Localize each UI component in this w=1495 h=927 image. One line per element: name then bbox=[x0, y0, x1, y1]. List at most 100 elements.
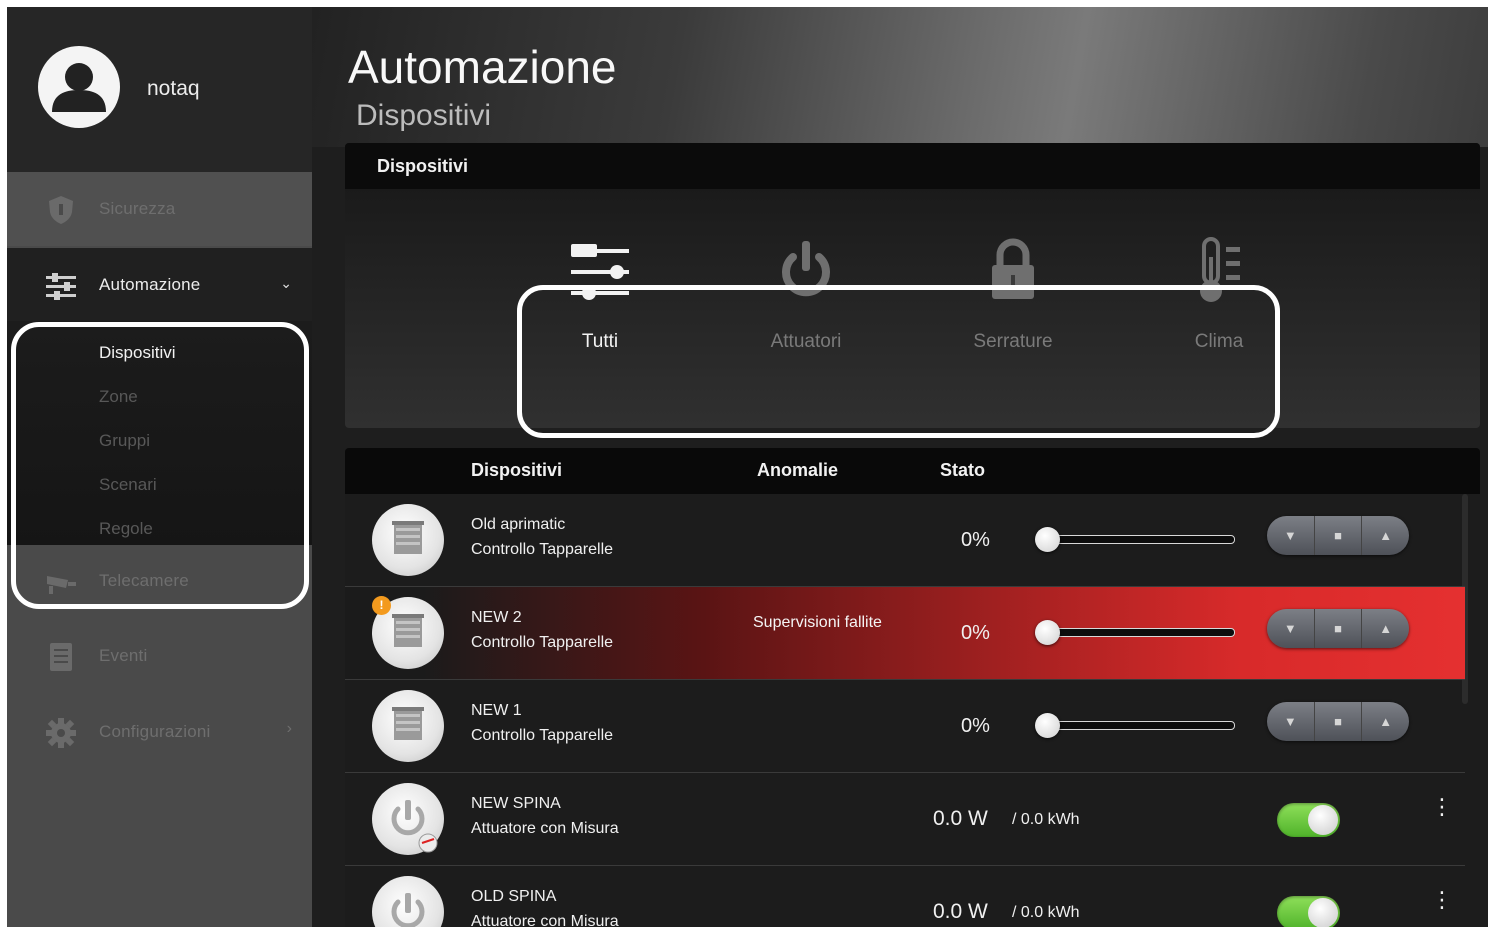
power-toggle[interactable] bbox=[1277, 896, 1340, 927]
chevron-right-icon: › bbox=[286, 720, 292, 737]
level-slider[interactable] bbox=[1035, 521, 1240, 557]
submenu-regole[interactable]: Regole bbox=[99, 519, 153, 539]
more-options-icon[interactable]: ⋮ bbox=[1431, 796, 1453, 837]
shutter-up-button[interactable]: ▲ bbox=[1362, 702, 1409, 741]
nav-label-automazione: Automazione bbox=[99, 275, 201, 294]
main-content: Automazione Dispositivi Dispositivi Tutt… bbox=[312, 7, 1488, 927]
sliders-icon bbox=[571, 244, 629, 300]
tab-label-serrature: Serrature bbox=[973, 331, 1053, 352]
shutter-stop-button[interactable]: ■ bbox=[1315, 516, 1363, 555]
device-type: Controllo Tapparelle bbox=[471, 541, 614, 558]
shutter-controls: ▼ ■ ▲ bbox=[1267, 516, 1409, 555]
device-name: OLD SPINA bbox=[471, 888, 557, 905]
lock-icon bbox=[992, 238, 1034, 299]
shutter-stop-button[interactable]: ■ bbox=[1315, 702, 1363, 741]
shutter-down-button[interactable]: ▼ bbox=[1267, 609, 1315, 648]
shutter-down-button[interactable]: ▼ bbox=[1267, 702, 1315, 741]
tab-label-clima: Clima bbox=[1194, 331, 1244, 352]
table-row[interactable]: OLD SPINA Attuatore con Misura 0.0 W / 0… bbox=[345, 866, 1465, 927]
slider-thumb[interactable] bbox=[1035, 620, 1060, 645]
slider-thumb[interactable] bbox=[1035, 527, 1060, 552]
tab-label-attuatori: Attuatori bbox=[770, 331, 842, 352]
category-panel-header: Dispositivi bbox=[345, 143, 1480, 189]
table-row[interactable]: NEW SPINA Attuatore con Misura 0.0 W / 0… bbox=[345, 773, 1465, 866]
tab-tutti[interactable]: Tutti bbox=[525, 235, 675, 355]
devices-table-header: Dispositivi Anomalie Stato bbox=[345, 448, 1480, 494]
shutter-icon bbox=[372, 690, 444, 762]
energy-value: / 0.0 kWh bbox=[1012, 811, 1080, 828]
power-value: 0.0 W bbox=[933, 807, 988, 830]
page-subtitle: Dispositivi bbox=[356, 99, 492, 132]
app-window: notaq Sicurezza Automazione ⌄ Dispositiv… bbox=[7, 7, 1488, 927]
tab-clima[interactable]: Clima bbox=[1144, 235, 1294, 355]
avatar[interactable] bbox=[38, 46, 120, 128]
nav-item-telecamere[interactable]: Telecamere bbox=[7, 544, 312, 618]
device-type: Controllo Tapparelle bbox=[471, 634, 614, 651]
more-options-icon[interactable]: ⋮ bbox=[1431, 889, 1453, 927]
slider-thumb[interactable] bbox=[1035, 713, 1060, 738]
column-header-state[interactable]: Stato bbox=[940, 460, 985, 481]
nav-label-configurazioni: Configurazioni bbox=[99, 722, 211, 741]
thermometer-icon bbox=[1200, 237, 1240, 302]
level-slider[interactable] bbox=[1035, 614, 1240, 650]
shutter-icon bbox=[372, 504, 444, 576]
submenu-zone[interactable]: Zone bbox=[99, 387, 138, 407]
column-header-anomalies[interactable]: Anomalie bbox=[757, 460, 838, 481]
plug-meter-icon bbox=[372, 876, 444, 927]
user-icon bbox=[52, 63, 106, 112]
nav-label-sicurezza: Sicurezza bbox=[99, 199, 176, 218]
power-value: 0.0 W bbox=[933, 900, 988, 923]
submenu: Dispositivi Zone Gruppi Scenari Regole bbox=[7, 321, 312, 545]
chevron-down-icon: ⌄ bbox=[280, 275, 292, 291]
nav-item-eventi[interactable]: Eventi bbox=[7, 619, 312, 693]
power-toggle[interactable] bbox=[1277, 803, 1340, 837]
tab-serrature[interactable]: Serrature bbox=[938, 235, 1088, 355]
submenu-dispositivi[interactable]: Dispositivi bbox=[99, 343, 176, 363]
tab-attuatori[interactable]: Attuatori bbox=[731, 235, 881, 355]
list-icon bbox=[50, 643, 72, 671]
nav-label-telecamere: Telecamere bbox=[99, 571, 189, 590]
table-row[interactable]: ! NEW 2 Controllo Tapparelle Supervision… bbox=[345, 587, 1465, 680]
device-anomaly: Supervisioni fallite bbox=[753, 614, 882, 631]
sliders-icon bbox=[46, 273, 76, 300]
table-row[interactable]: Old aprimatic Controllo Tapparelle 0% ▼ … bbox=[345, 494, 1465, 587]
submenu-gruppi[interactable]: Gruppi bbox=[99, 431, 150, 451]
device-name: Old aprimatic bbox=[471, 516, 566, 533]
device-type: Attuatore con Misura bbox=[471, 820, 619, 837]
device-state: 0% bbox=[961, 715, 990, 737]
device-name: NEW SPINA bbox=[471, 795, 561, 812]
shutter-down-button[interactable]: ▼ bbox=[1267, 516, 1315, 555]
sidebar: notaq Sicurezza Automazione ⌄ Dispositiv… bbox=[7, 7, 312, 927]
gear-icon bbox=[46, 718, 76, 748]
username: notaq bbox=[147, 77, 200, 100]
shutter-controls: ▼ ■ ▲ bbox=[1267, 609, 1409, 648]
camera-icon bbox=[47, 576, 76, 594]
category-panel: Dispositivi Tutti Attuatori Serrature Cl… bbox=[345, 143, 1480, 428]
user-block: notaq bbox=[7, 7, 312, 172]
level-slider[interactable] bbox=[1035, 707, 1240, 743]
nav-item-configurazioni[interactable]: Configurazioni › bbox=[7, 695, 312, 769]
shutter-controls: ▼ ■ ▲ bbox=[1267, 702, 1409, 741]
device-name: NEW 2 bbox=[471, 609, 522, 626]
energy-value: / 0.0 kWh bbox=[1012, 904, 1080, 921]
tab-label-tutti: Tutti bbox=[581, 331, 619, 352]
column-header-devices[interactable]: Dispositivi bbox=[471, 460, 562, 481]
device-name: NEW 1 bbox=[471, 702, 522, 719]
shutter-stop-button[interactable]: ■ bbox=[1315, 609, 1363, 648]
nav-item-automazione[interactable]: Automazione ⌄ bbox=[7, 248, 312, 321]
table-row[interactable]: NEW 1 Controllo Tapparelle 0% ▼ ■ ▲ bbox=[345, 680, 1465, 773]
nav-label-eventi: Eventi bbox=[99, 646, 148, 665]
category-panel-title: Dispositivi bbox=[377, 156, 469, 176]
shutter-up-button[interactable]: ▲ bbox=[1362, 516, 1409, 555]
device-type: Attuatore con Misura bbox=[471, 913, 619, 927]
device-type: Controllo Tapparelle bbox=[471, 727, 614, 744]
submenu-scenari[interactable]: Scenari bbox=[99, 475, 157, 495]
shutter-up-button[interactable]: ▲ bbox=[1362, 609, 1409, 648]
warning-badge: ! bbox=[372, 596, 391, 615]
device-state: 0% bbox=[961, 529, 990, 551]
device-state: 0% bbox=[961, 622, 990, 644]
nav-item-sicurezza[interactable]: Sicurezza bbox=[7, 172, 312, 246]
page-title: Automazione bbox=[348, 41, 617, 93]
power-icon bbox=[782, 241, 830, 297]
shield-icon bbox=[49, 196, 73, 224]
